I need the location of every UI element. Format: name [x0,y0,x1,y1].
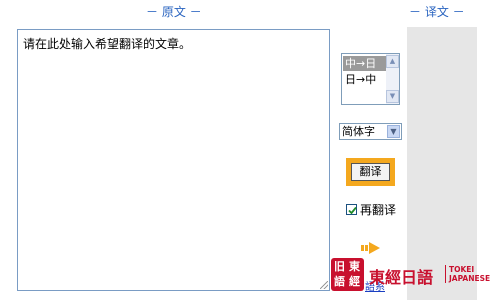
listbox-scrollbar[interactable]: ▲ ▼ [386,54,399,104]
direction-listbox[interactable]: 中→日 日→中 ▲ ▼ [341,53,400,105]
chevron-down-icon[interactable]: ▼ [387,125,400,138]
logo-tag-char: 旧 [334,260,345,273]
logo-tag-char: 經 [349,275,360,288]
target-header: － 译文 － [409,5,465,19]
retranslate-label: 再翻译 [360,203,397,217]
logo-sub-line2: JAPANESE [449,274,491,283]
logo-tag: 旧 東 語 經 [331,258,364,291]
direction-option-ja-zh[interactable]: 日→中 [343,72,387,87]
source-textarea[interactable]: 请在此处输入希望翻译的文章。 [17,29,330,291]
script-select-value: 简体字 [342,125,375,138]
logo-subtitle: TOKEI JAPANESE [445,265,491,283]
checkmark-icon [348,206,357,215]
retranslate-checkbox[interactable] [346,204,357,215]
translate-button-frame: 翻译 [346,158,395,186]
source-header: － 原文 － [146,5,202,19]
logo-wordmark: 東經日語 [369,268,434,287]
tokei-logo: 旧 東 語 經 語系 東經日語 TOKEI JAPANESE [331,258,491,294]
orange-arrow-icon [361,242,380,254]
scroll-down-icon[interactable]: ▼ [386,90,399,103]
translate-button[interactable]: 翻译 [351,163,390,181]
logo-tag-char: 東 [349,260,360,273]
direction-option-zh-ja[interactable]: 中→日 [343,56,387,71]
script-select[interactable]: 简体字 ▼ [339,123,402,140]
logo-tag-char: 語 [334,275,345,288]
source-text: 请在此处输入希望翻译的文章。 [23,37,192,51]
resize-grip-icon[interactable] [320,281,328,289]
logo-sub-line1: TOKEI [449,265,475,274]
scroll-up-icon[interactable]: ▲ [386,55,399,68]
